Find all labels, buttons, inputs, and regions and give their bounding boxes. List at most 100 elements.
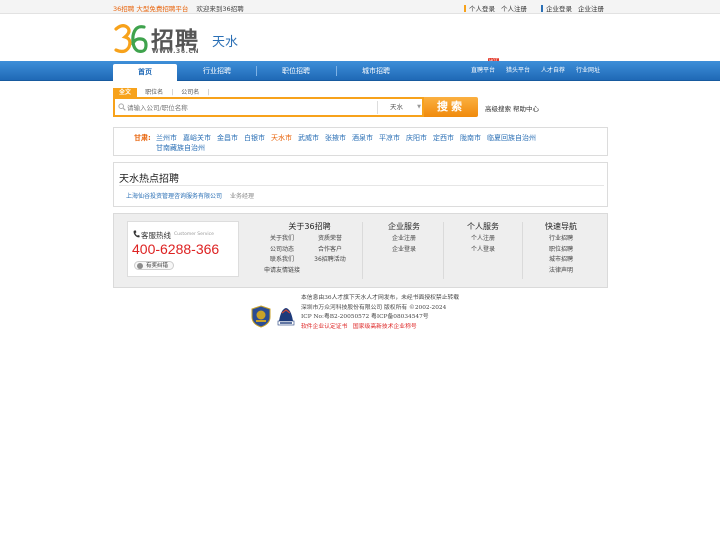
copyright-line: 深圳市万众河科技股份有限公司 版权所有 ©2002-2024 [301, 304, 447, 311]
site-header: 招聘 WWW.36.CN 天水 [113, 22, 613, 58]
city-link-current[interactable]: 天水市 [271, 134, 292, 142]
city-link[interactable]: 甘南藏族自治州 [156, 144, 205, 152]
tab-position-name[interactable]: 职位名 [139, 88, 169, 97]
company-login-link[interactable]: 企业登录 [546, 5, 572, 13]
personal-marker [464, 5, 466, 12]
footer-divider [443, 222, 444, 279]
service-title: 客服热线 [141, 231, 171, 240]
city-link[interactable]: 白银市 [244, 134, 265, 142]
nav-direct-hire[interactable]: 直聘平台 [471, 61, 495, 81]
footer-link[interactable]: 关于我们 [262, 234, 302, 245]
footer-quick-nav: 快速导航 行业招聘 职位招聘 城市招聘 法律声明 [526, 221, 596, 276]
job-title-link[interactable]: 业务经理 [230, 193, 254, 200]
job-row: 上海仙谷投资管理咨询服务有限公司 业务经理 [126, 191, 254, 200]
footer-about-title: 关于36招聘 [288, 222, 331, 231]
logo-36-icon[interactable] [113, 22, 149, 56]
city-list: 兰州市 嘉峪关市 金昌市 白银市 天水市 武威市 张掖市 酒泉市 平凉市 庆阳市 定西市 陇南市 临夏回… [156, 133, 596, 153]
footer-link[interactable]: 个人登录 [448, 245, 518, 256]
help-center-link[interactable]: 帮助中心 [513, 103, 539, 113]
footer-link[interactable]: 个人注册 [448, 234, 518, 245]
welcome-text: 欢迎来到36招聘 [196, 5, 244, 13]
city-link[interactable]: 金昌市 [217, 134, 238, 142]
footer-link[interactable]: 城市招聘 [526, 255, 596, 266]
city-link[interactable]: 嘉峪关市 [183, 134, 211, 142]
footer-personal-title: 个人服务 [467, 222, 499, 231]
footer-link[interactable]: 职位招聘 [526, 245, 596, 256]
site-slogan[interactable]: 36招聘 大型免费招聘平台 [113, 5, 188, 13]
company-marker [541, 5, 543, 12]
nav-industry-jobs[interactable]: 行业招聘 [185, 61, 249, 81]
nav-home[interactable]: 首页 [113, 64, 177, 81]
nav-industry-sites[interactable]: 行业网址 [576, 61, 600, 81]
footer-link[interactable]: 行业招聘 [526, 234, 596, 245]
city-link[interactable]: 武威市 [298, 134, 319, 142]
city-select[interactable]: 天水 ▼ [377, 101, 424, 114]
footer-link[interactable]: 合作客户 [310, 245, 350, 256]
customer-service-card: 客服热线 Customer Service 400-6288-366 有奖纠错 [127, 221, 239, 277]
footer-divider [362, 222, 363, 279]
footer-link[interactable]: 法律声明 [526, 266, 596, 277]
logo-url: WWW.36.CN [152, 48, 200, 55]
phone-icon [133, 230, 140, 238]
divider [119, 185, 604, 186]
footer-quick-links: 行业招聘 职位招聘 城市招聘 法律声明 [526, 234, 596, 276]
footer-company: 企业服务 企业注册 企业登录 [369, 221, 439, 255]
job-company-link[interactable]: 上海仙谷投资管理咨询服务有限公司 [126, 193, 222, 200]
search-icon [118, 103, 126, 111]
current-city: 天水 [212, 35, 239, 50]
tab-fulltext[interactable]: 全文 [113, 88, 138, 97]
city-link[interactable]: 平凉市 [379, 134, 400, 142]
footer-link[interactable]: 联系我们 [262, 255, 302, 266]
province-label: 甘肃: [134, 134, 151, 142]
search-tabs: 全文 职位名 | 公司名 | [113, 88, 209, 97]
top-bar: 36招聘 大型免费招聘平台 欢迎来到36招聘 个人登录 个人注册 企业登录 企业注册 [0, 0, 720, 14]
tab-company-name[interactable]: 公司名 [175, 88, 205, 97]
footer-link[interactable]: 36招聘活动 [310, 255, 350, 266]
footer-link[interactable]: 公司动态 [262, 245, 302, 256]
chevron-down-icon: ▼ [417, 104, 421, 110]
city-link[interactable]: 兰州市 [156, 134, 177, 142]
copyright-block: 本信息由36人才旗下天水人才网发布，未经书面授权禁止转载 深圳市万众河科技股份有… [301, 294, 459, 332]
footer-box: 客服热线 Customer Service 400-6288-366 有奖纠错 … [113, 213, 608, 288]
software-cert-badge-icon[interactable] [251, 305, 271, 328]
footer-link[interactable]: 资质荣誉 [310, 234, 350, 245]
main-nav: 首页 行业招聘 职位招聘 城市招聘 直聘平台 猎头平台 人才自荐 行业网址 [0, 61, 720, 81]
icp-line[interactable]: ICP No:粤B2-20050572 粤ICP备08034547号 [301, 313, 459, 323]
city-link[interactable]: 定西市 [433, 134, 454, 142]
company-register-link[interactable]: 企业注册 [578, 5, 604, 13]
footer-link[interactable]: 企业注册 [369, 234, 439, 245]
footer-personal-links: 个人注册 个人登录 [448, 234, 518, 255]
top-bar-left: 36招聘 大型免费招聘平台 欢迎来到36招聘 [113, 3, 244, 13]
top-bar-right: 个人登录 个人注册 企业登录 企业注册 [464, 3, 604, 13]
hightech-cert-badge-icon[interactable] [276, 305, 296, 327]
cert-links: 软件企业认定证书 国家级高新技术企业称号 [301, 323, 459, 333]
personal-register-link[interactable]: 个人注册 [501, 5, 527, 13]
nav-city-jobs[interactable]: 城市招聘 [344, 61, 408, 81]
advanced-search-link[interactable]: 高级搜索 [485, 103, 511, 113]
city-link[interactable]: 庆阳市 [406, 134, 427, 142]
cert-link-software[interactable]: 软件企业认定证书 [301, 324, 347, 330]
nav-divider [256, 66, 257, 76]
footer-company-links: 企业注册 企业登录 [369, 234, 439, 255]
nav-headhunter[interactable]: 猎头平台 [506, 61, 530, 81]
report-icon [137, 263, 143, 269]
cert-link-hightech[interactable]: 国家级高新技术企业称号 [353, 324, 417, 330]
report-error-button[interactable]: 有奖纠错 [134, 261, 175, 270]
search-input[interactable] [127, 101, 377, 114]
region-box: 甘肃: 兰州市 嘉峪关市 金昌市 白银市 天水市 武威市 张掖市 酒泉市 平凉市 庆阳市 定西市 陇南… [113, 127, 608, 156]
nav-self-recommend[interactable]: 人才自荐 [541, 61, 565, 81]
footer-quick-title: 快速导航 [545, 222, 577, 231]
footer-link[interactable]: 企业登录 [369, 245, 439, 256]
tab-divider: | [171, 89, 174, 96]
search-button[interactable]: 搜索 [424, 97, 478, 117]
city-link[interactable]: 张掖市 [325, 134, 346, 142]
city-link[interactable]: 临夏回族自治州 [487, 134, 536, 142]
city-link[interactable]: 陇南市 [460, 134, 481, 142]
nav-position-jobs[interactable]: 职位招聘 [264, 61, 328, 81]
report-error-label: 有奖纠错 [146, 263, 169, 269]
footer-link[interactable]: 申请友情链接 [262, 266, 302, 277]
personal-login-link[interactable]: 个人登录 [469, 5, 495, 13]
hot-jobs-box: 天水热点招聘 上海仙谷投资管理咨询服务有限公司 业务经理 [113, 162, 608, 207]
copyright-line: 本信息由36人才旗下天水人才网发布，未经书面授权禁止转载 [301, 295, 460, 301]
city-link[interactable]: 酒泉市 [352, 134, 373, 142]
